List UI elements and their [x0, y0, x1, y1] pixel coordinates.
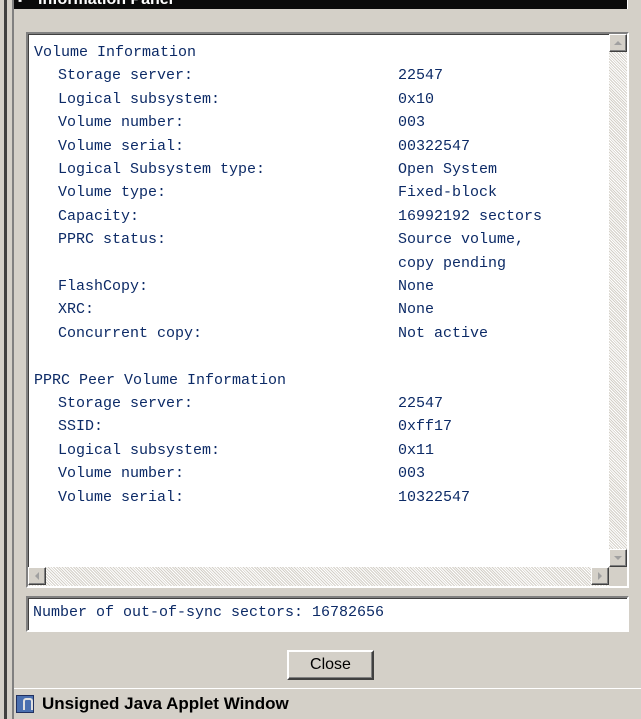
info-row: Capacity: 16992192 sectors [34, 206, 604, 228]
scroll-right-button[interactable] [591, 567, 609, 585]
info-row: Logical subsystem: 0x10 [34, 89, 604, 111]
info-value: 0xff17 [398, 418, 453, 436]
info-row: Volume type: Fixed-block [34, 182, 604, 204]
scrollbar-corner [609, 567, 627, 586]
info-row: Storage server: 22547 [34, 393, 604, 415]
scroll-down-button[interactable] [609, 549, 627, 567]
scroll-left-button[interactable] [28, 567, 46, 585]
volume-info-text: Volume Information Storage server: 22547 Lo… [34, 42, 604, 562]
title-bar[interactable]: ▪ Information Panel [14, 0, 641, 9]
info-label: XRC: [58, 301, 95, 319]
vertical-scrollbar[interactable] [609, 34, 627, 567]
info-row: Volume number: 003 [34, 112, 604, 134]
info-label: Volume number: [58, 114, 185, 132]
info-label: Volume serial: [58, 137, 185, 155]
info-label: Logical subsystem: [58, 90, 221, 108]
info-label: FlashCopy: [58, 278, 149, 295]
info-value: Source volume, [398, 231, 525, 249]
info-value: 003 [398, 114, 426, 132]
right-arrow-icon [598, 572, 602, 580]
info-row: FlashCopy: None [34, 276, 604, 298]
info-label: Volume number: [58, 465, 185, 483]
info-label: Concurrent copy: [58, 324, 203, 342]
info-value: 22547 [398, 67, 444, 85]
info-value: None [398, 278, 435, 295]
down-arrow-icon [614, 556, 622, 560]
info-label: Storage server: [58, 395, 194, 412]
horizontal-scrollbar[interactable] [28, 567, 609, 586]
information-panel-window: ▪ Information Panel Volume Information St… [0, 0, 641, 719]
info-value: 003 [398, 465, 426, 483]
up-arrow-icon [614, 41, 622, 45]
info-value: 00322547 [398, 137, 471, 155]
volume-info-heading: Volume Information [34, 44, 197, 61]
info-row: Volume serial: 10322547 [34, 487, 604, 509]
peer-info-heading: PPRC Peer Volume Information [34, 371, 287, 389]
left-arrow-icon [35, 572, 39, 580]
info-value: None [398, 301, 435, 319]
info-row: Volume number: 003 [34, 463, 604, 485]
window-left-edge [0, 0, 14, 719]
close-button[interactable]: Close [287, 650, 374, 680]
info-row: Concurrent copy: Not active [34, 323, 604, 345]
info-label: Volume type: [58, 184, 167, 202]
status-text: Unsigned Java Applet Window [42, 694, 289, 713]
info-label: Logical subsystem: [58, 441, 221, 459]
info-row: Logical Subsystem type: Open System [34, 159, 604, 181]
info-label: Capacity: [58, 207, 140, 225]
info-row: PPRC status: Source volume, [34, 229, 604, 251]
volume-info-textarea[interactable]: Volume Information Storage server: 22547 Lo… [26, 32, 629, 588]
info-label: Storage server: [58, 67, 194, 85]
titlebar-close-icon[interactable] [627, 0, 641, 9]
info-label: Logical Subsystem type: [58, 161, 266, 178]
info-value: 0x11 [398, 441, 435, 459]
window-title: Information Panel [38, 0, 173, 9]
info-label: Volume serial: [58, 488, 185, 506]
info-row: Volume serial: 00322547 [34, 136, 604, 158]
info-value: 10322547 [398, 488, 471, 506]
info-value: copy pending [398, 254, 507, 272]
scroll-up-button[interactable] [609, 34, 627, 52]
java-applet-icon [16, 695, 34, 713]
window-menu-icon[interactable]: ▪ [18, 0, 32, 6]
info-row: copy pending [34, 253, 604, 275]
info-value: Not active [398, 324, 489, 342]
out-of-sync-field[interactable]: Number of out-of-sync sectors: 16782656 [26, 596, 629, 632]
info-row: XRC: None [34, 299, 604, 321]
info-label: SSID: [58, 418, 104, 436]
info-value: 0x10 [398, 90, 435, 108]
info-row: SSID: 0xff17 [34, 416, 604, 438]
info-label: PPRC status: [58, 231, 167, 249]
status-bar: Unsigned Java Applet Window [14, 688, 641, 719]
info-value: Fixed-block [398, 184, 498, 202]
info-row: Storage server: 22547 [34, 65, 604, 87]
info-row: Logical subsystem: 0x11 [34, 440, 604, 462]
info-value: Open System [398, 161, 498, 178]
info-value: 22547 [398, 395, 444, 412]
info-value: 16992192 sectors [398, 207, 543, 225]
